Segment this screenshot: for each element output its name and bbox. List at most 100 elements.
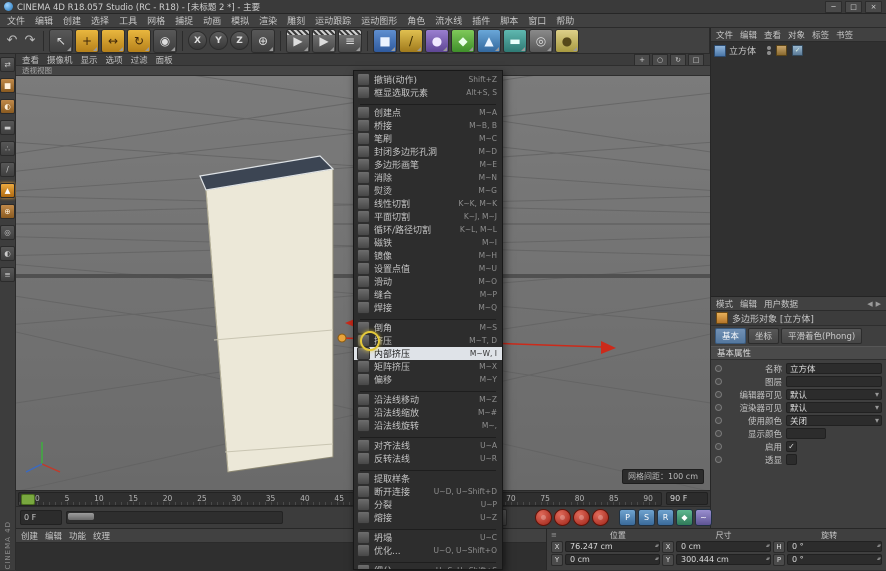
scale-key-toggle[interactable]: S	[638, 509, 655, 526]
context-menu-item[interactable]: 沿法线缩放 M~#	[354, 406, 502, 419]
attribute-control[interactable]	[786, 376, 882, 387]
object-manager-menu-item[interactable]: 标签	[812, 29, 829, 41]
frame-slider[interactable]	[66, 511, 283, 524]
object-manager-menu-item[interactable]: 书签	[836, 29, 853, 41]
context-menu-item[interactable]: 优化... U~O, U~Shift+O	[354, 544, 502, 557]
slider-handle[interactable]	[68, 513, 94, 520]
object-manager-menu-item[interactable]: 查看	[764, 29, 781, 41]
close-button[interactable]: ×	[865, 1, 882, 13]
undo-icon[interactable]: ↶	[4, 30, 20, 52]
anim-dot-icon[interactable]	[715, 391, 722, 398]
locked-workplane-icon[interactable]: ≡	[0, 267, 15, 282]
record-options-button[interactable]	[592, 509, 609, 526]
pan-view-icon[interactable]: +	[634, 54, 650, 66]
context-menu-item[interactable]: 桥接 M~B, B	[354, 119, 502, 132]
size-field[interactable]: 0 cm	[676, 541, 771, 552]
render-picture-viewer-button[interactable]: ▶	[312, 29, 336, 53]
context-menu-item[interactable]: 细分 U~S, U~Shift+S	[354, 564, 502, 570]
menubar-item[interactable]: 角色	[407, 14, 425, 27]
attribute-tab[interactable]: 坐标	[748, 328, 779, 344]
context-menu-item[interactable]: 倒角 M~S	[354, 321, 502, 334]
attribute-menu-item[interactable]: 编辑	[740, 298, 757, 310]
render-view-button[interactable]: ▶	[286, 29, 310, 53]
menubar-item[interactable]: 帮助	[556, 14, 574, 27]
context-menu-item[interactable]: 反转法线 U~R	[354, 452, 502, 465]
add-generator-button[interactable]: ●	[425, 29, 449, 53]
menubar-item[interactable]: 文件	[7, 14, 25, 27]
lock-y-axis-button[interactable]: Y	[209, 31, 228, 50]
maximize-view-icon[interactable]: □	[688, 54, 704, 66]
context-menu-item[interactable]: 缝合 M~P	[354, 288, 502, 301]
rotation-key-toggle[interactable]: R	[657, 509, 674, 526]
menubar-item[interactable]: 脚本	[500, 14, 518, 27]
history-forward-icon[interactable]: ▶	[876, 300, 881, 308]
anim-dot-icon[interactable]	[715, 443, 722, 450]
snap-settings-icon[interactable]: ◐	[0, 246, 15, 261]
anim-dot-icon[interactable]	[715, 365, 722, 372]
menubar-item[interactable]: 雕刻	[287, 14, 305, 27]
parameter-key-toggle[interactable]: ◆	[676, 509, 693, 526]
viewport-menu-item[interactable]: 过滤	[131, 54, 148, 66]
timeline-ruler[interactable]: 051015202530354045505560657075808590	[18, 492, 662, 506]
texture-mode-icon[interactable]: ◐	[0, 99, 15, 114]
menubar-item[interactable]: 编辑	[35, 14, 53, 27]
keyframe-selection-button[interactable]	[573, 509, 590, 526]
add-environment-button[interactable]: ▬	[503, 29, 527, 53]
live-selection-tool[interactable]: ↖	[49, 29, 73, 53]
menubar-item[interactable]: 窗口	[528, 14, 546, 27]
context-menu-item[interactable]: 消除 M~N	[354, 171, 502, 184]
context-menu-item[interactable]: 矩阵挤压 M~X	[354, 360, 502, 373]
viewport-menu-item[interactable]: 查看	[22, 54, 39, 66]
context-menu-item[interactable]: 熨烫 M~G	[354, 184, 502, 197]
model-mode-icon[interactable]: ■	[0, 78, 15, 93]
object-list-item[interactable]: 立方体	[714, 44, 883, 57]
rotate-tool[interactable]: ↻	[127, 29, 151, 53]
dolly-view-icon[interactable]: ○	[652, 54, 668, 66]
rotation-field[interactable]: 0 °	[787, 554, 882, 565]
viewport-menu-item[interactable]: 显示	[81, 54, 98, 66]
context-menu-item[interactable]: 焊接 M~Q	[354, 301, 502, 314]
context-menu-item[interactable]: 对齐法线 U~A	[354, 439, 502, 452]
menubar-item[interactable]: 网格	[147, 14, 165, 27]
viewport-menu-item[interactable]: 摄像机	[47, 54, 73, 66]
context-menu-item[interactable]: 内部挤压 M~W, I	[354, 347, 502, 360]
rotation-field[interactable]: 0 °	[787, 541, 882, 552]
context-menu-item[interactable]: 创建点 M~A	[354, 106, 502, 119]
context-menu-item[interactable]: 框显选取元素 Alt+S, S	[354, 86, 502, 99]
context-menu-item[interactable]: 滑动 M~O	[354, 275, 502, 288]
add-light-button[interactable]: ●	[555, 29, 579, 53]
context-menu-item[interactable]: 挤压 M~T, D	[354, 334, 502, 347]
anim-dot-icon[interactable]	[715, 417, 722, 424]
anim-dot-icon[interactable]	[715, 430, 722, 437]
anim-dot-icon[interactable]	[715, 378, 722, 385]
menubar-item[interactable]: 模拟	[231, 14, 249, 27]
material-menu-item[interactable]: 纹理	[93, 530, 110, 542]
add-mograph-button[interactable]: ◆	[451, 29, 475, 53]
viewport-menu-item[interactable]: 选项	[106, 54, 123, 66]
lock-x-axis-button[interactable]: X	[188, 31, 207, 50]
maximize-button[interactable]: □	[845, 1, 862, 13]
viewport-menu-item[interactable]: 面板	[156, 54, 173, 66]
autokeying-button[interactable]	[554, 509, 571, 526]
add-primitive-button[interactable]: ■	[373, 29, 397, 53]
context-menu-item[interactable]: 提取样条	[354, 472, 502, 485]
attribute-control[interactable]: 立方体	[786, 363, 882, 374]
context-menu-item[interactable]: 撤销(动作) Shift+Z	[354, 73, 502, 86]
attribute-control[interactable]: 默认	[786, 402, 882, 413]
context-menu-item[interactable]: 断开连接 U~D, U~Shift+D	[354, 485, 502, 498]
last-used-tool[interactable]: ◉	[153, 29, 177, 53]
end-frame-field[interactable]: 90 F	[666, 492, 708, 505]
pla-key-toggle[interactable]: ~	[695, 509, 712, 526]
attribute-control[interactable]	[786, 454, 797, 465]
menubar-item[interactable]: 创建	[63, 14, 81, 27]
add-deformer-button[interactable]: ▲	[477, 29, 501, 53]
menubar-item[interactable]: 动画	[203, 14, 221, 27]
polygons-mode-icon[interactable]: ▲	[0, 183, 15, 198]
record-keyframe-button[interactable]	[535, 509, 552, 526]
attribute-control[interactable]: 关闭	[786, 415, 882, 426]
attribute-tab[interactable]: 平滑着色(Phong)	[781, 328, 862, 344]
menubar-item[interactable]: 运动跟踪	[315, 14, 351, 27]
menubar-item[interactable]: 流水线	[435, 14, 462, 27]
menubar-item[interactable]: 渲染	[259, 14, 277, 27]
attribute-control[interactable]: 默认	[786, 389, 882, 400]
